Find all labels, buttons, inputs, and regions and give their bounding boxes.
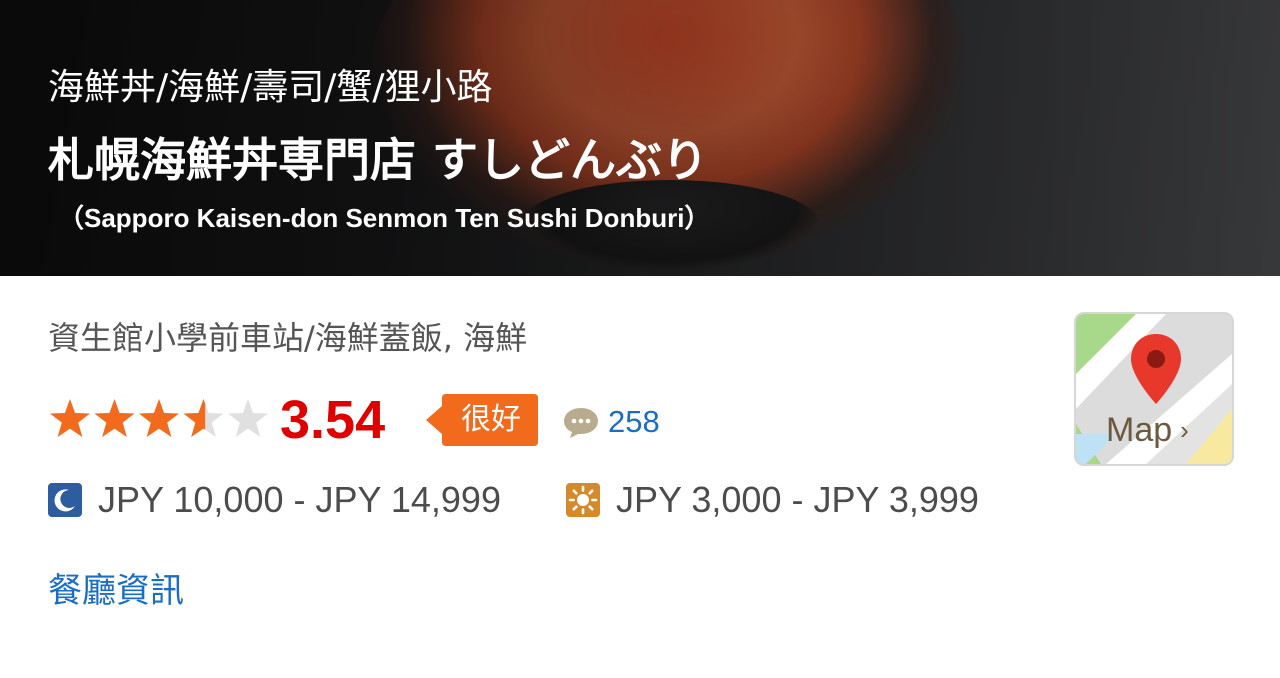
- sun-icon: [566, 483, 600, 517]
- restaurant-romanized-name: （Sapporo Kaisen-don Senmon Ten Sushi Don…: [58, 203, 711, 233]
- restaurant-info-link[interactable]: 餐廳資訊: [48, 568, 184, 614]
- restaurant-name: 札幌海鮮丼専門店 すしどんぶり: [48, 133, 709, 187]
- map-pin-icon: [1131, 334, 1181, 404]
- star-5: [228, 399, 268, 437]
- hero-banner: 海鮮丼/海鮮/壽司/蟹/狸小路 札幌海鮮丼専門店 すしどんぶり （Sapporo…: [0, 0, 1280, 276]
- moon-icon: [48, 483, 82, 517]
- chevron-right-icon: ›: [1180, 415, 1189, 445]
- lunch-price: JPY 3,000 - JPY 3,999: [616, 479, 979, 520]
- star-3: [139, 399, 179, 437]
- rating-badge-label: 很好: [461, 402, 521, 437]
- star-2: [94, 399, 135, 437]
- star-1: [50, 399, 90, 437]
- map-label: Map ›: [1106, 410, 1189, 452]
- rating-row: 3.54 很好 258: [48, 388, 708, 452]
- rating-badge: 很好: [426, 394, 538, 446]
- rating-score: 3.54: [280, 390, 386, 450]
- star-4: [183, 399, 224, 437]
- map-button[interactable]: Map ›: [1074, 312, 1234, 466]
- map-label-text: Map: [1106, 411, 1173, 449]
- price-row: JPY 10,000 - JPY 14,999 JPY 3,000 - JPY …: [48, 478, 1048, 522]
- station-and-cuisine: 資生館小學前車站/海鮮蓋飯, 海鮮: [48, 319, 528, 357]
- comment-icon: [564, 408, 598, 438]
- dinner-price: JPY 10,000 - JPY 14,999: [98, 479, 501, 520]
- review-count: 258: [608, 404, 660, 439]
- star-rating: [50, 399, 268, 437]
- restaurant-categories: 海鮮丼/海鮮/壽司/蟹/狸小路: [48, 67, 493, 108]
